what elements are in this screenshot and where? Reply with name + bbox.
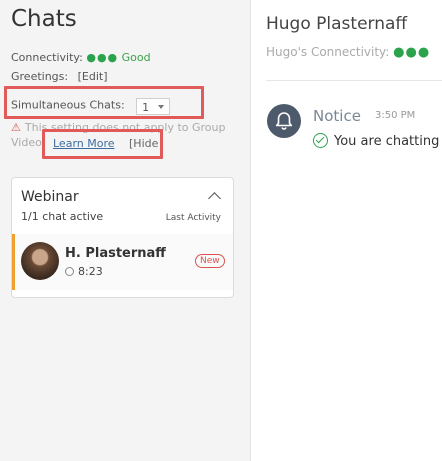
chat-list-item[interactable]: H. Plasternaff 8:23 New <box>12 234 233 290</box>
clock-icon <box>65 267 74 276</box>
connectivity-label: Connectivity: <box>11 51 83 64</box>
notice-time: 3:50 PM <box>375 110 416 121</box>
chat-contact-name: H. Plasternaff <box>65 246 166 261</box>
new-badge: New <box>195 254 225 268</box>
group-subtitle: 1/1 chat active <box>21 210 104 223</box>
avatar <box>21 242 59 280</box>
chats-sidebar: Chats Connectivity: ●●● Good Greetings: … <box>0 0 251 461</box>
greetings-edit-link[interactable]: [Edit] <box>78 70 108 83</box>
chat-timer: 8:23 <box>65 265 103 278</box>
highlight-box-simultaneous <box>4 86 204 119</box>
chat-panel: Hugo Plasternaff Hugo's Connectivity: ●●… <box>251 0 442 461</box>
notice-message-text: You are chatting <box>334 134 440 149</box>
divider <box>266 80 442 81</box>
notice-title: Notice <box>313 107 361 125</box>
warning-icon: ⚠ <box>11 121 21 134</box>
contact-connectivity: Hugo's Connectivity: ●●● <box>266 45 430 60</box>
chat-time: 8:23 <box>78 265 103 278</box>
check-circle-icon <box>313 133 328 148</box>
chat-group-card: Webinar 1/1 chat active Last Activity H.… <box>11 177 234 298</box>
connectivity-status: Good <box>121 51 151 64</box>
notice-message: You are chatting <box>313 133 439 149</box>
highlight-box-links <box>42 129 163 159</box>
contact-connectivity-label: Hugo's Connectivity: <box>266 45 390 59</box>
greetings-label: Greetings: <box>11 70 69 83</box>
page-title: Chats <box>11 6 77 32</box>
group-title: Webinar <box>21 189 79 205</box>
greetings-row: Greetings: [Edit] <box>11 70 108 83</box>
connectivity-dots: ●●● <box>86 51 119 64</box>
chevron-up-icon[interactable] <box>208 192 221 205</box>
contact-connectivity-dots: ●●● <box>393 45 431 60</box>
connectivity-row: Connectivity: ●●● Good <box>11 51 151 64</box>
bell-icon <box>267 104 301 138</box>
chat-contact-title: Hugo Plasternaff <box>266 14 408 34</box>
sort-label[interactable]: Last Activity <box>166 213 221 223</box>
